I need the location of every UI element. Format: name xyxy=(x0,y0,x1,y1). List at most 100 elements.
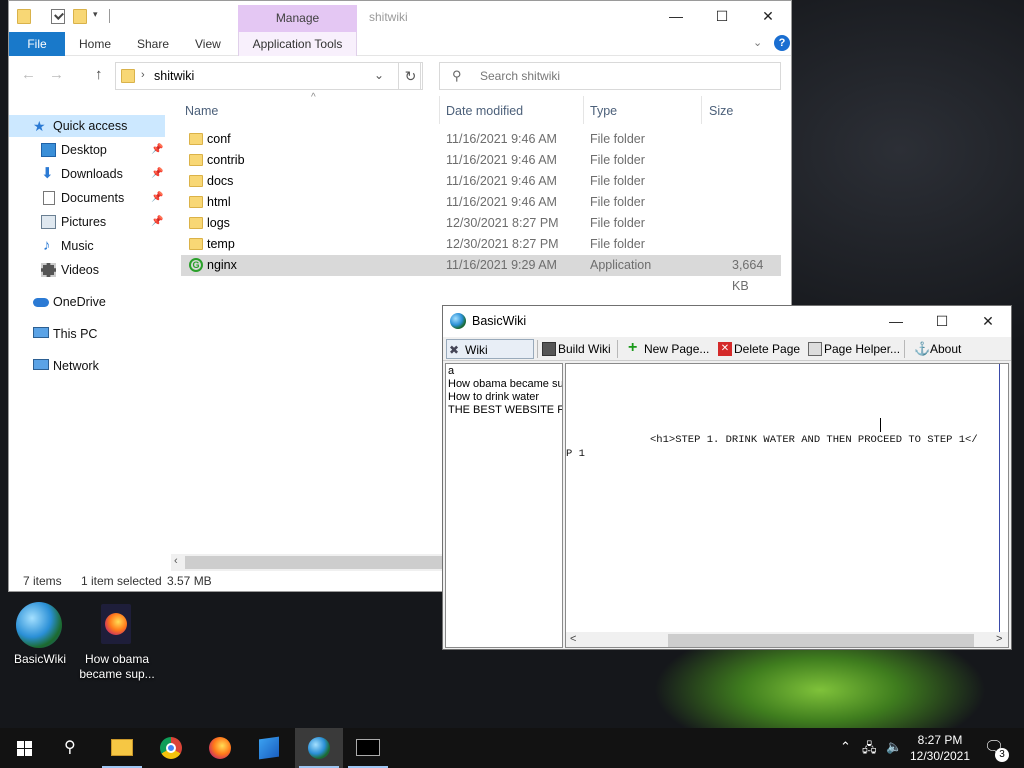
tab-file[interactable]: File xyxy=(9,32,65,56)
tab-view[interactable]: View xyxy=(195,37,221,51)
manage-tab[interactable]: Manage xyxy=(238,5,357,32)
scroll-right-icon[interactable]: > xyxy=(996,633,1002,645)
desktop-icon-html-file[interactable]: How obama became sup... xyxy=(77,600,157,690)
scrollbar-thumb[interactable] xyxy=(185,556,447,569)
tab-home[interactable]: Home xyxy=(79,37,111,51)
page-helper-button[interactable]: Page Helper... xyxy=(806,339,900,359)
monitor-icon xyxy=(33,327,49,338)
maximize-button[interactable]: ☐ xyxy=(699,1,745,32)
scrollbar-thumb[interactable] xyxy=(668,634,974,647)
table-row[interactable]: contrib 11/16/2021 9:46 AM File folder xyxy=(181,150,781,171)
close-button[interactable]: ✕ xyxy=(745,1,791,32)
folder-icon[interactable] xyxy=(17,9,31,24)
network-status-icon[interactable]: 🖧 xyxy=(862,739,877,761)
column-header-name[interactable]: Name xyxy=(185,104,218,118)
table-row[interactable]: logs 12/30/2021 8:27 PM File folder xyxy=(181,213,781,234)
taskbar-command-prompt[interactable] xyxy=(344,728,392,768)
desktop-icon xyxy=(41,143,56,157)
minimize-button[interactable]: — xyxy=(653,1,699,32)
sidebar-item-quick-access[interactable]: ★ Quick access xyxy=(9,115,165,137)
sidebar-item-videos[interactable]: Videos xyxy=(9,259,165,281)
column-header-type[interactable]: Type xyxy=(590,104,617,118)
properties-icon[interactable] xyxy=(51,9,65,24)
sidebar-item-label: Downloads xyxy=(61,167,123,181)
volume-muted-icon[interactable]: 🔈 xyxy=(886,739,902,755)
build-wiki-button[interactable]: Build Wiki xyxy=(540,339,611,359)
horizontal-scrollbar[interactable]: ‹ xyxy=(171,554,453,571)
button-label: New Page... xyxy=(644,342,710,356)
taskbar-basicwiki[interactable] xyxy=(295,728,343,768)
list-item[interactable]: THE BEST WEBSITE F xyxy=(448,404,562,416)
file-name: contrib xyxy=(207,153,245,167)
clock-date[interactable]: 12/30/2021 xyxy=(905,749,975,763)
column-divider[interactable] xyxy=(701,96,702,124)
taskbar-windows-store[interactable] xyxy=(245,728,293,768)
delete-page-button[interactable]: ✕ Delete Page xyxy=(716,339,800,359)
new-folder-icon[interactable] xyxy=(73,9,87,24)
maximize-button[interactable]: ☐ xyxy=(919,306,965,337)
sidebar-item-desktop[interactable]: Desktop 📌 xyxy=(9,139,165,161)
page-editor[interactable]: <h1>STEP 1. DRINK WATER AND THEN PROCEED… xyxy=(565,363,1009,648)
desktop-icon-basicwiki[interactable]: BasicWiki xyxy=(0,600,80,672)
wiki-settings-button[interactable]: ✖ Wiki Settings xyxy=(446,339,534,377)
list-item[interactable]: How to drink water xyxy=(448,391,539,403)
list-item[interactable]: How obama became sup xyxy=(448,378,562,390)
column-header-date[interactable]: Date modified xyxy=(446,104,523,118)
refresh-button[interactable]: ↻ xyxy=(398,62,423,90)
sidebar-item-documents[interactable]: Documents 📌 xyxy=(9,187,165,209)
column-divider[interactable] xyxy=(583,96,584,124)
chrome-icon xyxy=(160,737,182,759)
music-note-icon: ♪ xyxy=(43,237,51,254)
table-row[interactable]: docs 11/16/2021 9:46 AM File folder xyxy=(181,171,781,192)
table-row-selected[interactable]: G nginx 11/16/2021 9:29 AM Application 3… xyxy=(181,255,781,293)
taskbar-firefox[interactable] xyxy=(196,728,244,768)
expand-ribbon-icon[interactable]: ⌄ xyxy=(753,36,762,49)
folder-icon xyxy=(189,175,203,187)
file-type: File folder xyxy=(590,216,645,230)
start-button[interactable] xyxy=(0,728,48,768)
star-icon: ★ xyxy=(33,118,46,134)
page-list[interactable]: a How obama became sup How to drink wate… xyxy=(445,363,563,648)
address-bar[interactable]: › shitwiki ⌄ xyxy=(115,62,421,90)
list-item[interactable]: a xyxy=(448,365,454,377)
new-page-button[interactable]: + New Page... xyxy=(626,339,709,359)
pin-icon: 📌 xyxy=(151,144,164,155)
help-icon[interactable]: ? xyxy=(774,35,790,51)
column-header-size[interactable]: Size xyxy=(709,104,733,118)
basicwiki-window: BasicWiki — ☐ ✕ ✖ Wiki Settings Build Wi… xyxy=(442,305,1012,650)
column-divider[interactable] xyxy=(439,96,440,124)
horizontal-scrollbar[interactable]: < > xyxy=(566,632,1008,647)
forward-arrow-icon[interactable]: → xyxy=(49,66,64,83)
tab-share[interactable]: Share xyxy=(137,37,169,51)
sidebar-item-this-pc[interactable]: This PC xyxy=(9,323,165,345)
notification-count-badge: 3 xyxy=(995,748,1009,762)
sidebar-item-music[interactable]: ♪ Music xyxy=(9,235,165,257)
taskbar-chrome[interactable] xyxy=(147,728,195,768)
show-hidden-icons-icon[interactable]: ⌃ xyxy=(840,739,851,755)
sidebar-item-downloads[interactable]: ⬇ Downloads 📌 xyxy=(9,163,165,185)
about-button[interactable]: ⚓ About xyxy=(912,339,961,359)
taskbar-file-explorer[interactable] xyxy=(98,728,146,768)
address-dropdown-icon[interactable]: ⌄ xyxy=(374,68,384,82)
scroll-left-icon[interactable]: ‹ xyxy=(174,555,178,567)
search-icon: ⚲ xyxy=(64,739,76,756)
clock-time[interactable]: 8:27 PM xyxy=(910,733,970,747)
search-input[interactable]: ⚲ Search shitwiki xyxy=(439,62,781,90)
file-date: 11/16/2021 9:46 AM xyxy=(446,153,557,167)
customize-qat-icon[interactable]: ▾ xyxy=(93,9,98,20)
download-arrow-icon: ⬇ xyxy=(41,165,54,182)
table-row[interactable]: temp 12/30/2021 8:27 PM File folder xyxy=(181,234,781,255)
network-icon xyxy=(33,359,49,370)
tab-application-tools[interactable]: Application Tools xyxy=(238,32,357,56)
table-row[interactable]: conf 11/16/2021 9:46 AM File folder xyxy=(181,129,781,150)
search-button[interactable]: ⚲ xyxy=(48,728,96,768)
minimize-button[interactable]: — xyxy=(873,306,919,337)
up-arrow-icon[interactable]: ↑ xyxy=(95,66,103,83)
back-arrow-icon[interactable]: ← xyxy=(21,66,36,83)
table-row[interactable]: html 11/16/2021 9:46 AM File folder xyxy=(181,192,781,213)
sidebar-item-onedrive[interactable]: OneDrive xyxy=(9,291,165,313)
sidebar-item-network[interactable]: Network xyxy=(9,355,165,377)
scroll-left-icon[interactable]: < xyxy=(570,633,576,645)
sidebar-item-pictures[interactable]: Pictures 📌 xyxy=(9,211,165,233)
close-button[interactable]: ✕ xyxy=(965,306,1011,337)
